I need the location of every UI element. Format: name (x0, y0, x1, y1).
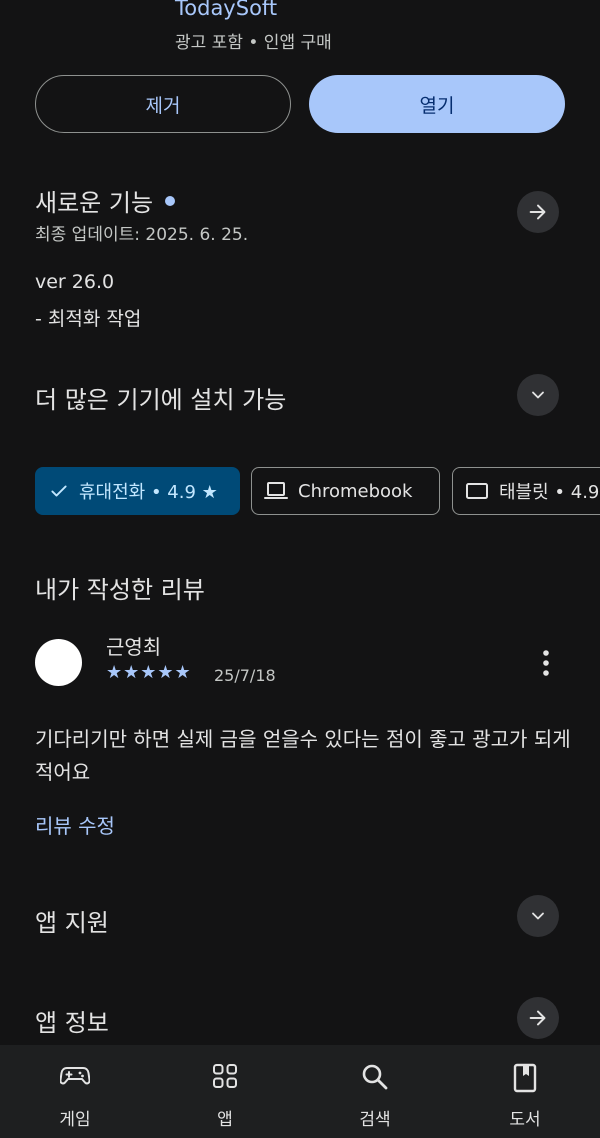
whats-new-header[interactable]: 새로운 기능 (35, 183, 176, 218)
remove-button-label: 제거 (145, 94, 181, 117)
devices-title: 더 많은 기기에 설치 가능 (35, 386, 287, 414)
chevron-down-icon (532, 912, 544, 920)
apps-grid-icon (150, 1063, 300, 1089)
book-icon (450, 1063, 600, 1093)
nav-item-search[interactable]: 검색 (300, 1045, 450, 1138)
nav-label: 검색 (359, 1110, 391, 1130)
nav-label: 앱 (217, 1110, 233, 1130)
my-review-title: 내가 작성한 리뷰 (35, 576, 205, 604)
chevron-down-icon (532, 391, 544, 399)
version-text: ver 26.0 (35, 271, 115, 293)
nav-item-apps[interactable]: 앱 (150, 1045, 300, 1138)
nav-label: 게임 (59, 1110, 91, 1130)
review-body: 기다리기만 하면 실제 금을 얻을수 있다는 점이 좋고 광고가 되게 적어요 (35, 727, 571, 784)
last-updated: 최종 업데이트: 2025. 6. 25. (35, 225, 249, 245)
nav-item-games[interactable]: 게임 (0, 1045, 150, 1138)
edit-review-link[interactable]: 리뷰 수정 (35, 810, 115, 839)
developer-name[interactable]: TodaySoft (175, 0, 277, 20)
search-icon (300, 1063, 450, 1091)
new-indicator-dot (165, 195, 176, 206)
review-date: 25/7/18 (214, 666, 276, 685)
open-button[interactable]: 열기 (309, 75, 565, 133)
star-rating: ★★★★★ (106, 662, 192, 683)
app-meta: 광고 포함 • 인앱 구매 (175, 33, 332, 53)
laptop-icon (264, 480, 288, 502)
device-chip-chromebook[interactable]: Chromebook (251, 467, 440, 515)
version-note: - 최적화 작업 (35, 308, 142, 330)
arrow-right-icon (529, 1010, 546, 1026)
device-chip-tablet[interactable]: 태블릿 • 4.9 (452, 467, 600, 515)
devices-expand-button[interactable] (517, 374, 559, 416)
avatar (35, 639, 82, 686)
more-vert-icon (543, 650, 549, 676)
whats-new-arrow-button[interactable] (517, 191, 559, 233)
nav-label: 도서 (509, 1110, 541, 1130)
tablet-icon (465, 481, 489, 501)
device-chip-label: Chromebook (298, 480, 413, 502)
arrow-right-icon (529, 204, 546, 220)
bottom-navigation: 게임 앱 검색 도서 (0, 1045, 600, 1138)
device-chip-label: 태블릿 • 4.9 (499, 482, 600, 503)
nav-item-books[interactable]: 도서 (450, 1045, 600, 1138)
device-chip-label: 휴대전화 • 4.9 ★ (79, 482, 218, 503)
remove-button[interactable]: 제거 (35, 75, 291, 133)
whats-new-title: 새로운 기능 (35, 189, 154, 217)
review-more-button[interactable] (526, 645, 566, 681)
device-chip-phone[interactable]: 휴대전화 • 4.9 ★ (35, 467, 240, 515)
reviewer-name: 근영최 (106, 635, 162, 659)
app-info-title[interactable]: 앱 정보 (35, 1003, 109, 1038)
app-info-arrow-button[interactable] (517, 997, 559, 1039)
gamepad-icon (0, 1063, 150, 1087)
open-button-label: 열기 (419, 94, 455, 117)
app-support-title[interactable]: 앱 지원 (35, 903, 109, 938)
app-support-expand-button[interactable] (517, 895, 559, 937)
check-icon (49, 481, 69, 501)
